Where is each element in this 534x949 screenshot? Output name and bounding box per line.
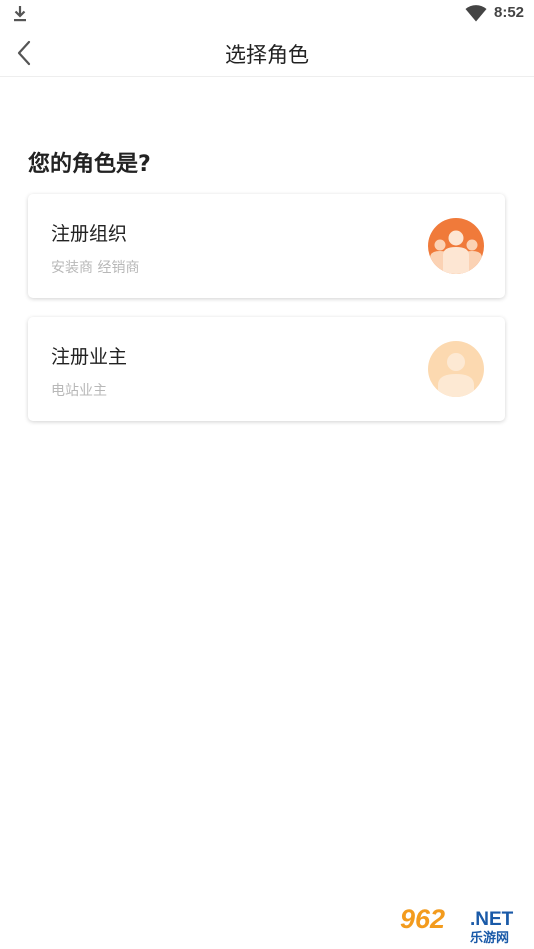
wifi-icon xyxy=(465,5,487,22)
download-icon xyxy=(12,5,28,23)
role-card-owner[interactable]: 注册业主 电站业主 xyxy=(28,317,505,421)
site-watermark-logo: 962 .NET 乐游网 xyxy=(394,903,530,946)
watermark-number: 962 xyxy=(400,904,446,934)
role-subtitle: 电站业主 xyxy=(51,383,107,399)
role-title: 注册业主 xyxy=(51,346,128,368)
role-card-organization[interactable]: 注册组织 安装商 经销商 xyxy=(28,194,505,298)
role-title: 注册组织 xyxy=(51,223,128,245)
role-subtitle: 安装商 经销商 xyxy=(51,260,140,276)
group-avatar-icon xyxy=(428,218,484,274)
user-avatar-icon xyxy=(428,341,484,397)
page-title: 选择角色 xyxy=(225,43,309,67)
status-bar: 8:52 xyxy=(0,0,534,28)
status-time: 8:52 xyxy=(494,4,525,21)
role-prompt: 您的角色是? xyxy=(28,152,151,177)
nav-bar: 选择角色 xyxy=(0,28,534,77)
watermark-site-name: 乐游网 xyxy=(470,931,510,946)
